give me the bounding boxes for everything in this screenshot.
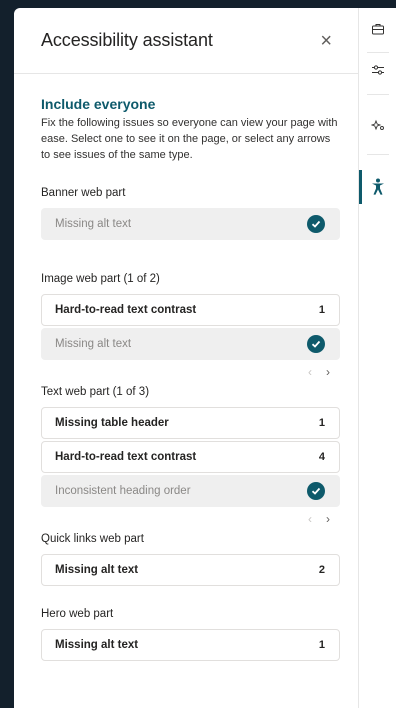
checkmark-icon	[307, 335, 325, 353]
section-image: Image web part (1 of 2) Hard-to-read tex…	[41, 273, 340, 382]
issue-count: 1	[318, 639, 325, 651]
issue-count: 4	[318, 451, 325, 463]
section-text: Text web part (1 of 3) Missing table hea…	[41, 386, 340, 529]
issue-label: Missing table header	[55, 417, 169, 429]
accessibility-icon[interactable]	[359, 178, 396, 196]
issue-item[interactable]: Missing table header 1	[41, 407, 340, 439]
section-label: Banner web part	[41, 187, 126, 199]
section-hero: Hero web part Missing alt text 1	[41, 608, 340, 661]
issue-count: 1	[318, 304, 325, 316]
next-arrow-icon[interactable]: ›	[326, 512, 330, 526]
issue-item[interactable]: Missing alt text	[41, 208, 340, 240]
issue-item[interactable]: Missing alt text 2	[41, 554, 340, 586]
issue-label: Missing alt text	[55, 639, 139, 651]
pager: ‹ ›	[41, 362, 340, 382]
panel-header: Accessibility assistant ×	[14, 8, 358, 74]
section-quick-links: Quick links web part Missing alt text 2	[41, 533, 340, 586]
issue-item[interactable]: Missing alt text	[41, 328, 340, 360]
section-label: Hero web part	[41, 608, 114, 620]
issue-label: Missing alt text	[55, 218, 132, 230]
issue-label: Hard-to-read text contrast	[55, 451, 197, 463]
section-label: Quick links web part	[41, 533, 144, 545]
section-label: Image web part (1 of 2)	[41, 273, 160, 285]
pager: ‹ ›	[41, 509, 340, 529]
accessibility-panel: Accessibility assistant × Include everyo…	[14, 8, 358, 708]
side-toolbar	[358, 8, 396, 708]
next-arrow-icon[interactable]: ›	[326, 365, 330, 379]
checkmark-icon	[307, 215, 325, 233]
sliders-icon[interactable]	[359, 63, 396, 77]
issue-count: 2	[318, 564, 325, 576]
issue-item[interactable]: Hard-to-read text contrast 4	[41, 441, 340, 473]
sparkle-icon[interactable]	[359, 118, 396, 132]
panel-title: Accessibility assistant	[41, 30, 213, 50]
toolbar-divider	[367, 154, 389, 155]
panel-content: Include everyone Fix the following issue…	[14, 74, 358, 661]
intro-text: Fix the following issues so everyone can…	[41, 117, 338, 161]
issue-item[interactable]: Hard-to-read text contrast 1	[41, 294, 340, 326]
close-button[interactable]: ×	[320, 31, 332, 51]
intro-heading: Include everyone	[41, 96, 156, 112]
issue-label: Missing alt text	[55, 338, 132, 350]
previous-arrow-icon[interactable]: ‹	[308, 365, 312, 379]
toolbar-divider	[367, 52, 389, 53]
previous-arrow-icon[interactable]: ‹	[308, 512, 312, 526]
issue-item[interactable]: Missing alt text 1	[41, 629, 340, 661]
briefcase-icon[interactable]	[359, 22, 396, 36]
issue-label: Inconsistent heading order	[55, 485, 191, 497]
issue-label: Missing alt text	[55, 564, 139, 576]
section-label: Text web part (1 of 3)	[41, 386, 150, 398]
checkmark-icon	[307, 482, 325, 500]
toolbar-divider	[367, 94, 389, 95]
section-banner: Banner web part Missing alt text	[41, 187, 340, 240]
issue-count: 1	[318, 417, 325, 429]
issue-item[interactable]: Inconsistent heading order	[41, 475, 340, 507]
issue-label: Hard-to-read text contrast	[55, 304, 197, 316]
